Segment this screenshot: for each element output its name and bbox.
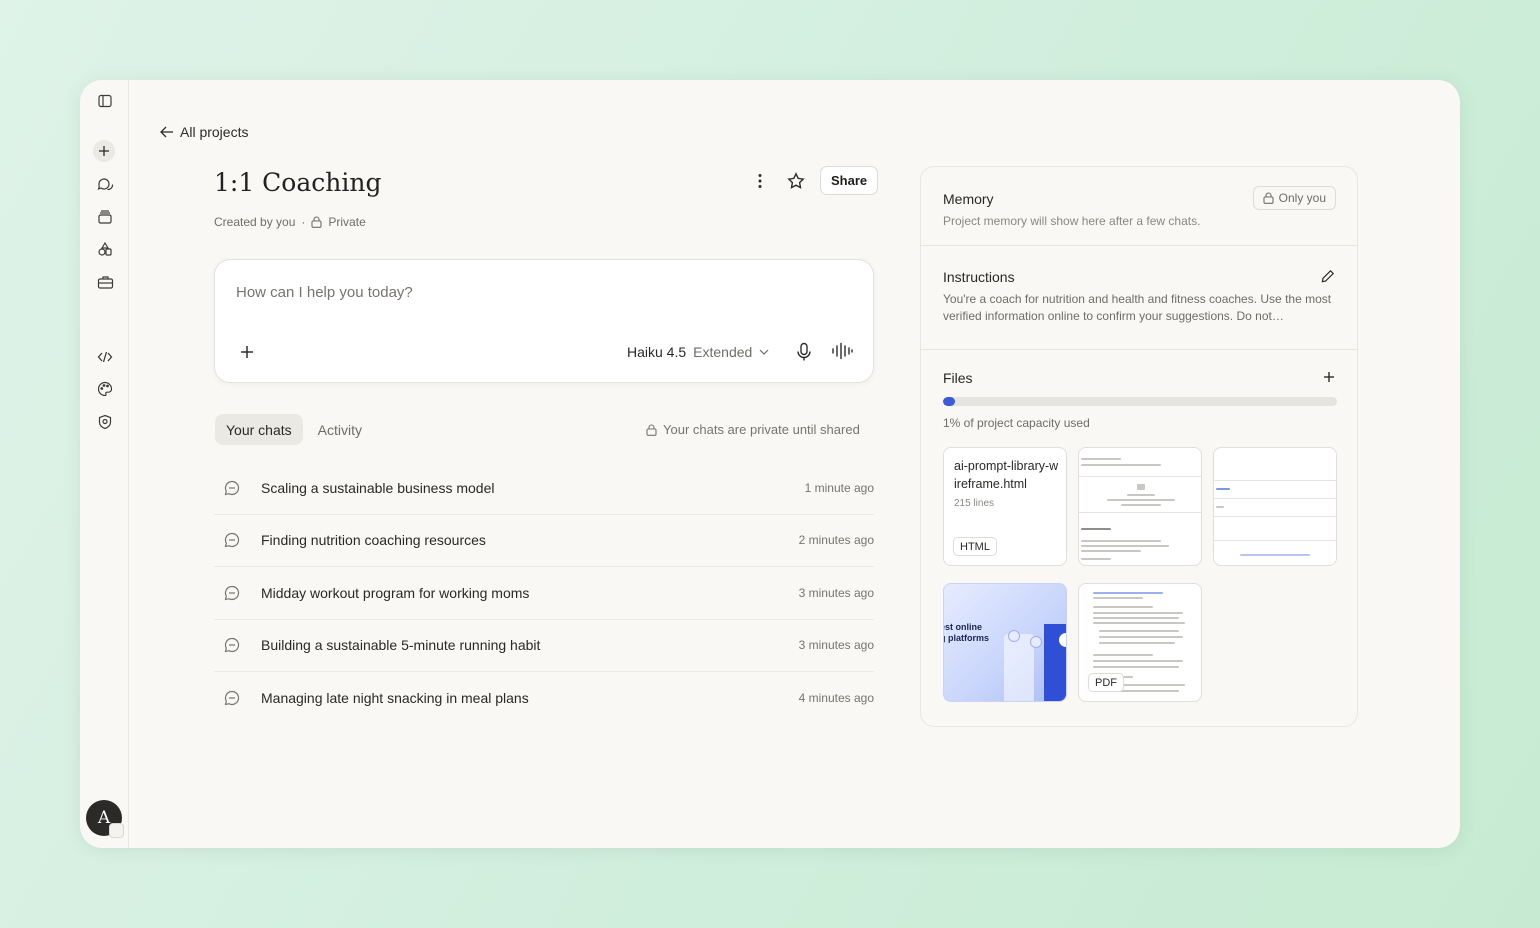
visibility-label: Private <box>328 215 366 229</box>
chat-list-item[interactable]: Finding nutrition coaching resources 2 m… <box>214 515 874 567</box>
chat-title: Building a sustainable 5-minute running … <box>261 637 541 654</box>
projects-icon[interactable] <box>92 204 118 230</box>
chat-composer[interactable]: How can I help you today? Haiku 4.5 Exte… <box>214 259 874 383</box>
tab-activity[interactable]: Activity <box>307 414 373 445</box>
file-line-count: 215 lines <box>954 498 995 509</box>
chat-bubble-icon <box>224 638 240 653</box>
workspace-badge-icon <box>109 823 124 838</box>
file-card-image[interactable]: est online g platforms <box>943 583 1067 702</box>
project-knowledge-panel: Memory Only you Project memory will show… <box>920 166 1358 727</box>
share-button[interactable]: Share <box>820 166 879 195</box>
capacity-progress-fill <box>943 397 955 406</box>
chat-list-item[interactable]: Midday workout program for working moms … <box>214 567 874 620</box>
model-mode: Extended <box>693 344 753 360</box>
file-type-badge: PDF <box>1088 673 1124 692</box>
shield-icon[interactable] <box>92 409 118 435</box>
files-title: Files <box>943 370 973 386</box>
memory-section: Memory Only you Project memory will show… <box>921 167 1357 246</box>
chat-title: Midday workout program for working moms <box>261 584 530 601</box>
project-title: 1:1 Coaching <box>214 168 382 197</box>
capacity-label: 1% of project capacity used <box>943 416 1090 430</box>
instructions-text: You're a coach for nutrition and health … <box>943 292 1332 323</box>
sidebar-rail: A <box>80 80 129 848</box>
chat-bubble-icon <box>224 691 240 706</box>
model-name: Haiku 4.5 <box>627 344 687 360</box>
capacity-progress-bar <box>943 397 1337 406</box>
toolbox-icon[interactable] <box>92 269 118 295</box>
chat-bubble-icon <box>224 533 240 548</box>
file-card-doc-preview[interactable] <box>1078 447 1202 566</box>
chevron-down-icon <box>759 349 769 355</box>
file-card-pdf[interactable]: PDF <box>1078 583 1202 702</box>
artifacts-icon[interactable] <box>92 236 118 262</box>
lock-icon <box>646 423 657 436</box>
add-file-icon[interactable] <box>1323 370 1335 388</box>
star-icon[interactable] <box>784 169 808 193</box>
model-selector[interactable]: Haiku 4.5 Extended <box>627 344 769 360</box>
file-card-page-preview[interactable] <box>1213 447 1337 566</box>
file-type-badge: HTML <box>953 537 997 556</box>
instructions-title: Instructions <box>943 269 1015 285</box>
private-note: Your chats are private until shared <box>646 422 860 437</box>
tab-your-chats[interactable]: Your chats <box>215 414 303 445</box>
created-by-label: Created by you <box>214 215 296 229</box>
voice-mode-icon[interactable] <box>831 342 853 365</box>
microphone-icon[interactable] <box>795 342 813 367</box>
file-name: ai-prompt-library-wireframe.html <box>954 459 1059 491</box>
memory-visibility-button[interactable]: Only you <box>1252 186 1336 210</box>
file-card-html[interactable]: ai-prompt-library-wireframe.html 215 lin… <box>943 447 1067 566</box>
back-link-label: All projects <box>180 124 249 140</box>
chat-list: Scaling a sustainable business model 1 m… <box>214 462 874 725</box>
chat-bubble-icon <box>224 585 240 601</box>
chat-tabs: Your chats Activity <box>215 414 373 445</box>
chat-title: Scaling a sustainable business model <box>261 479 495 496</box>
only-you-label: Only you <box>1278 191 1326 205</box>
chat-timestamp: 2 minutes ago <box>798 533 874 548</box>
back-to-projects-link[interactable]: All projects <box>160 124 248 140</box>
arrow-left-icon <box>160 126 173 138</box>
lock-icon <box>311 216 322 228</box>
chats-icon[interactable] <box>92 171 118 197</box>
chat-list-item[interactable]: Scaling a sustainable business model 1 m… <box>214 462 874 515</box>
instructions-section: Instructions You're a coach for nutritio… <box>921 246 1357 350</box>
more-options-icon[interactable] <box>748 169 772 193</box>
memory-subtitle: Project memory will show here after a fe… <box>943 214 1201 228</box>
chat-timestamp: 3 minutes ago <box>798 638 874 653</box>
chat-list-item[interactable]: Building a sustainable 5-minute running … <box>214 620 874 672</box>
palette-icon[interactable] <box>92 376 118 402</box>
chat-title: Finding nutrition coaching resources <box>261 532 486 549</box>
meta-separator: · <box>301 215 306 229</box>
image-caption: est online g platforms <box>943 622 990 643</box>
chat-timestamp: 4 minutes ago <box>798 691 874 706</box>
new-chat-icon[interactable] <box>93 140 115 162</box>
add-attachment-icon[interactable] <box>238 343 256 361</box>
chat-timestamp: 1 minute ago <box>804 480 874 495</box>
code-icon[interactable] <box>92 344 118 370</box>
edit-pencil-icon[interactable] <box>1321 269 1335 288</box>
private-note-text: Your chats are private until shared <box>663 422 860 437</box>
sidebar-toggle-icon[interactable] <box>92 88 118 114</box>
app-window: A All projects 1:1 Coaching Created by y… <box>80 80 1460 848</box>
chat-list-item[interactable]: Managing late night snacking in meal pla… <box>214 672 874 725</box>
project-actions: Share <box>748 166 879 195</box>
memory-title: Memory <box>943 191 994 207</box>
user-avatar[interactable]: A <box>86 800 124 838</box>
chat-title: Managing late night snacking in meal pla… <box>261 690 529 707</box>
composer-input[interactable]: How can I help you today? <box>236 284 413 301</box>
chat-bubble-icon <box>224 480 240 496</box>
lock-icon <box>1263 192 1274 204</box>
chat-timestamp: 3 minutes ago <box>798 585 874 600</box>
project-meta: Created by you · Private <box>214 215 366 229</box>
